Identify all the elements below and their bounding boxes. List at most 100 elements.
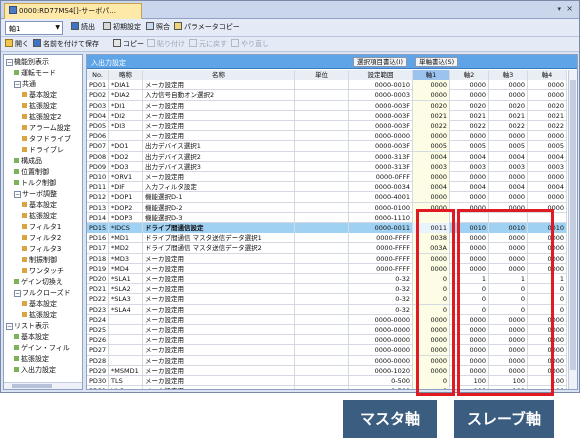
col-axis1-cell[interactable]: 0000 (413, 325, 450, 335)
table-row[interactable]: PD01 *DIA1 メーカ設定用 0000-0010 0000 0000 0000 0000 (87, 80, 567, 91)
tree-item[interactable]: 運転モード (14, 68, 56, 79)
col-axis4-cell[interactable]: 1 (528, 274, 567, 284)
collapse-toggle-icon[interactable]: − (6, 323, 13, 330)
collapse-toggle-icon[interactable]: − (6, 59, 13, 66)
col-axis1-cell[interactable]: 0 (413, 386, 450, 389)
col-axis4-cell[interactable]: 0004 (528, 151, 567, 162)
col-axis4-cell[interactable]: 0000 (528, 90, 567, 101)
table-row[interactable]: PD30 TLS メーカ設定用 0-500 0 100 100 100 (87, 376, 567, 387)
col-axis1-cell[interactable]: 0000 (413, 253, 450, 264)
col-axis4-cell[interactable]: 0000 (528, 80, 567, 91)
table-row[interactable]: PD03 *DI1 メーカ設定用 0000-003F 0020 0020 0020 0020 (87, 100, 567, 111)
col-axis1-cell[interactable]: 0022 (413, 121, 450, 131)
tree-item[interactable]: フィルタ2 (22, 233, 61, 244)
col-axis2-cell[interactable]: 100 (450, 386, 489, 389)
col-axis1-cell[interactable]: 0000 (413, 90, 450, 101)
col-axis2-cell[interactable]: 0000 (450, 365, 489, 376)
col-axis1-cell[interactable] (413, 212, 450, 223)
collapse-toggle-icon[interactable]: − (14, 290, 21, 297)
col-axis1-cell[interactable]: 0000 (413, 131, 450, 142)
collapse-toggle-icon[interactable]: − (14, 191, 21, 198)
col-axis3-cell[interactable]: 0 (489, 284, 528, 295)
col-axis4-cell[interactable]: 0000 (528, 192, 567, 203)
table-row[interactable]: PD14 *DOP3 機能選択D-3 0000-1110 (87, 212, 567, 223)
table-row[interactable]: PD15 *IDCS ドライブ間通信設定 0000-0011 0011 0010 0010 0… (87, 223, 567, 234)
col-axis3-cell[interactable]: 0021 (489, 110, 528, 121)
col-axis1-cell[interactable]: 0011 (413, 223, 450, 233)
col-axis4-header[interactable]: 軸4 (528, 70, 567, 80)
col-axis4-cell[interactable] (528, 212, 567, 223)
col-axis3-cell[interactable]: 0005 (489, 141, 528, 152)
col-axis3-cell[interactable]: 0000 (489, 314, 528, 325)
table-row[interactable]: PD10 *ORV1 メーカ設定用 0000-0FFF 0000 0000 0000 0000 (87, 172, 567, 183)
col-axis2-cell[interactable]: 0000 (450, 243, 489, 254)
col-axis4-cell[interactable]: 0005 (528, 141, 567, 152)
col-axis4-cell[interactable]: 0000 (528, 243, 567, 254)
col-axis3-cell[interactable]: 0000 (489, 345, 528, 356)
col-axis3-cell[interactable]: 0022 (489, 121, 528, 131)
read-button[interactable]: 読出 (71, 22, 95, 34)
table-row[interactable]: PD12 *DOP1 機能選択D-1 0000-4001 0000 0000 0000 000… (87, 192, 567, 203)
write-selected-button[interactable]: 選択項目書込(I) (353, 57, 407, 67)
table-row[interactable]: PD25 メーカ設定用 0000-0000 0000 0000 0000 0000 (87, 325, 567, 336)
col-axis2-cell[interactable]: 0010 (450, 223, 489, 233)
undo-button[interactable]: 元に戻す (189, 39, 227, 49)
table-row[interactable]: PD21 *SLA2 メーカ設定用 0-32 0 0 0 0 (87, 284, 567, 295)
col-axis2-cell[interactable]: 0 (450, 294, 489, 305)
close-icon[interactable]: × (566, 4, 573, 13)
compare-button[interactable]: 照合 (146, 22, 170, 34)
col-axis1-header[interactable]: 軸1 (413, 70, 450, 80)
table-row[interactable]: PD27 メーカ設定用 0000-0000 0000 0000 0000 0000 (87, 345, 567, 356)
redo-button[interactable]: やり直し (231, 39, 269, 49)
col-axis2-cell[interactable]: 0000 (450, 263, 489, 274)
col-axis3-cell[interactable]: 0000 (489, 325, 528, 335)
col-axis1-cell[interactable]: 003A (413, 243, 450, 254)
col-axis2-cell[interactable]: 0000 (450, 131, 489, 142)
table-row[interactable]: PD06 メーカ設定用 0000-0000 0000 0000 0000 0000 (87, 131, 567, 142)
tree-item[interactable]: 拡張設定2 (22, 112, 61, 123)
tree-item[interactable]: 位置制御 (14, 167, 49, 178)
col-axis3-cell[interactable]: 0 (489, 294, 528, 305)
col-axis2-cell[interactable]: 0004 (450, 151, 489, 162)
col-axis1-cell[interactable]: 0 (413, 274, 450, 284)
col-axis2-cell[interactable]: 0000 (450, 90, 489, 101)
col-axis1-cell[interactable]: 0 (413, 294, 450, 305)
open-button[interactable]: 開く (5, 39, 29, 49)
table-row[interactable]: PD28 メーカ設定用 0000-0000 0000 0000 0000 0000 (87, 355, 567, 366)
table-row[interactable]: PD29 *MSMD1 メーカ設定用 0000-1020 0000 0000 0000 000… (87, 365, 567, 376)
col-axis3-cell[interactable]: 0000 (489, 335, 528, 346)
col-axis2-cell[interactable]: 0020 (450, 100, 489, 111)
table-row[interactable]: PD31VLCメーカ設定用0-5000100100100 (87, 386, 567, 389)
tree-item[interactable]: − 共通 (14, 79, 36, 90)
col-axis4-cell[interactable]: 100 (528, 376, 567, 386)
copy-button[interactable]: コピー (113, 39, 144, 49)
col-axis3-cell[interactable] (489, 212, 528, 223)
col-axis1-cell[interactable]: 0 (413, 284, 450, 295)
col-axis3-cell[interactable]: 0000 (489, 202, 528, 213)
col-axis2-cell[interactable]: 0000 (450, 172, 489, 182)
col-axis1-cell[interactable]: 0000 (413, 80, 450, 91)
col-axis3-cell[interactable]: 0000 (489, 172, 528, 182)
col-axis3-cell[interactable]: 0000 (489, 253, 528, 264)
col-axis1-cell[interactable]: 0000 (413, 192, 450, 203)
col-axis4-cell[interactable]: 0000 (528, 355, 567, 366)
tree-item[interactable]: タフドライブ (22, 134, 71, 145)
col-axis3-cell[interactable]: 0000 (489, 233, 528, 244)
col-axis1-cell[interactable]: 0 (413, 376, 450, 386)
col-axis2-cell[interactable]: 0000 (450, 335, 489, 346)
tree-item[interactable]: ワンタッチ (22, 266, 64, 277)
tree-item[interactable]: フィルタ1 (22, 222, 61, 233)
table-row[interactable]: PD22 *SLA3 メーカ設定用 0-32 0 0 0 0 (87, 294, 567, 305)
col-axis4-cell[interactable]: 0003 (528, 161, 567, 172)
table-row[interactable]: PD02 *DIA2 入力信号自動オン選択2 0000-0003 0000 0000 000… (87, 90, 567, 101)
table-row[interactable]: PD09 *DO3 出力デバイス選択3 0000-313F 0003 0003 0003 00… (87, 161, 567, 172)
scrollbar-thumb[interactable] (12, 384, 52, 388)
tree-item[interactable]: 制振制御 (22, 255, 57, 266)
collapse-toggle-icon[interactable]: − (14, 81, 21, 88)
write-single-axis-button[interactable]: 単軸書込(S) (415, 57, 459, 67)
col-axis3-cell[interactable]: 100 (489, 376, 528, 386)
save-as-button[interactable]: 名前を付けて保存 (33, 39, 99, 49)
tree-item[interactable]: アラーム設定 (22, 123, 71, 134)
col-axis4-cell[interactable]: 0021 (528, 110, 567, 121)
col-axis1-cell[interactable]: 0038 (413, 233, 450, 244)
